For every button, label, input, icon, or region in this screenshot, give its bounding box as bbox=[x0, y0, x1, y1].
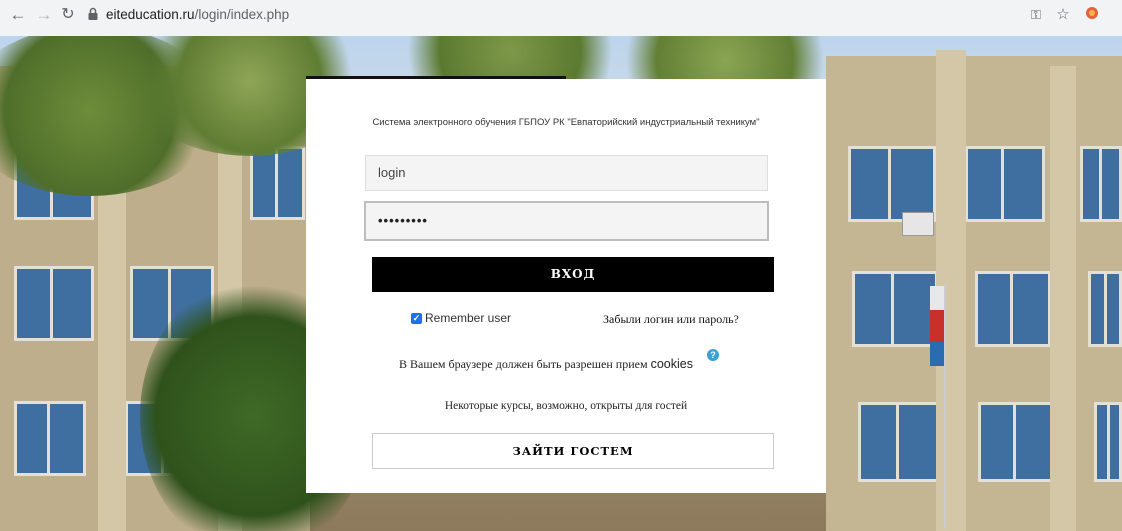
forgot-password-link[interactable]: Забыли логин или пароль? bbox=[603, 312, 739, 327]
remember-user[interactable]: ✓ Remember user bbox=[411, 311, 511, 325]
browser-toolbar: ← → ↻ eiteducation.ru/login/index.php ⚿ … bbox=[0, 0, 1122, 36]
extension-icon[interactable] bbox=[1082, 5, 1102, 25]
cookies-notice: В Вашем браузере должен быть разрешен пр… bbox=[399, 357, 693, 372]
login-button[interactable]: ВХОД bbox=[372, 257, 774, 292]
password-input[interactable]: ••••••••• bbox=[364, 201, 769, 241]
cookies-word: cookies bbox=[650, 357, 693, 371]
username-input[interactable]: login bbox=[365, 155, 768, 191]
remember-label: Remember user bbox=[425, 311, 512, 325]
reload-icon[interactable]: ↻ bbox=[58, 5, 78, 25]
forward-icon[interactable]: → bbox=[34, 5, 54, 25]
star-icon[interactable]: ☆ bbox=[1053, 5, 1073, 25]
guest-note: Некоторые курсы, возможно, открыты для г… bbox=[444, 400, 688, 412]
help-icon[interactable]: ? bbox=[707, 349, 719, 361]
guest-login-button[interactable]: ЗАЙТИ ГОСТЕМ bbox=[372, 433, 774, 469]
login-card: Система электронного обучения ГБПОУ РК "… bbox=[306, 79, 826, 493]
lock-icon[interactable] bbox=[87, 6, 99, 22]
cookies-text: В Вашем браузере должен быть разрешен пр… bbox=[399, 357, 651, 371]
key-icon[interactable]: ⚿ bbox=[1026, 5, 1046, 25]
back-icon[interactable]: ← bbox=[8, 5, 28, 25]
site-title: Система электронного обучения ГБПОУ РК "… bbox=[372, 117, 760, 128]
url-text[interactable]: eiteducation.ru/login/index.php bbox=[106, 7, 289, 22]
remember-checkbox[interactable]: ✓ bbox=[411, 312, 422, 324]
